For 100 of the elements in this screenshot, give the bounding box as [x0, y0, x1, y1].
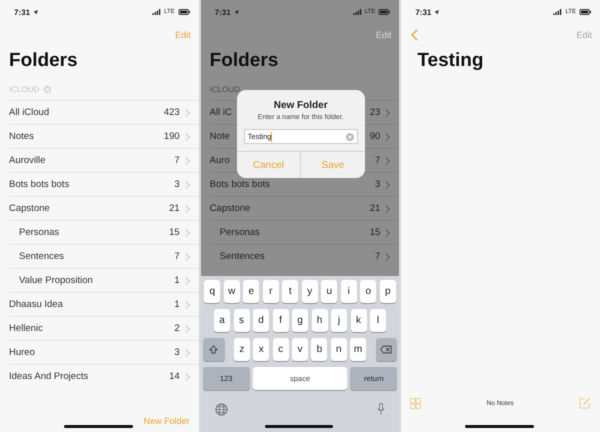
- home-indicator: [465, 425, 534, 428]
- chevron-icon: [184, 324, 190, 332]
- shift-key[interactable]: [202, 338, 224, 361]
- folder-row[interactable]: Notes 190: [9, 124, 199, 148]
- folder-name: Bots bots bots: [210, 179, 270, 190]
- section-header: ICLOUD: [210, 84, 240, 94]
- letter-key[interactable]: k: [350, 309, 366, 332]
- folder-count: 190: [164, 131, 180, 142]
- folder-name: Capstone: [9, 203, 50, 214]
- folder-name: Personas: [18, 227, 60, 238]
- folder-name: Auroville: [9, 155, 46, 166]
- folder-name: Value Proposition: [18, 275, 93, 286]
- microphone-icon[interactable]: [377, 402, 386, 416]
- letter-key[interactable]: t: [282, 280, 298, 303]
- letter-key[interactable]: e: [243, 280, 260, 303]
- folder-row[interactable]: Dhaasu Idea 1: [9, 292, 199, 316]
- letter-key[interactable]: h: [312, 309, 328, 332]
- folder-count: 3: [375, 179, 380, 190]
- folder-count: 15: [370, 227, 380, 238]
- folder-row[interactable]: Sentences 7: [9, 244, 199, 268]
- letter-key[interactable]: r: [262, 280, 279, 303]
- folder-name: Sentences: [18, 251, 64, 262]
- location-icon: [33, 10, 38, 14]
- back-icon[interactable]: [411, 29, 418, 41]
- folder-name: Hureo: [9, 347, 35, 358]
- letter-key[interactable]: z: [234, 338, 250, 361]
- folder-name: Dhaasu Idea: [9, 299, 63, 310]
- chevron-icon: [184, 132, 190, 140]
- letter-key[interactable]: v: [292, 338, 308, 361]
- letter-key[interactable]: a: [214, 309, 230, 332]
- folder-row[interactable]: Hellenic 2: [9, 316, 199, 340]
- letter-key[interactable]: c: [272, 338, 289, 361]
- status-time: 7:31: [14, 8, 30, 16]
- chevron-icon: [184, 252, 190, 260]
- battery-icon: [378, 9, 392, 15]
- chevron-icon: [385, 180, 390, 188]
- folder-count: 7: [375, 155, 380, 166]
- letter-key[interactable]: w: [224, 280, 240, 303]
- letter-key[interactable]: s: [234, 309, 250, 332]
- chevron-icon: [385, 204, 390, 212]
- chevron-icon: [184, 156, 190, 164]
- folder-count: 90: [370, 131, 380, 142]
- folder-name: Capstone: [210, 203, 250, 214]
- folder-row[interactable]: Ideas And Projects 14: [9, 364, 199, 388]
- chevron-icon: [184, 204, 190, 212]
- folder-row[interactable]: Personas 15: [210, 220, 400, 244]
- folder-name: Personas: [218, 227, 260, 238]
- chevron-icon: [385, 252, 390, 260]
- folder-count: 14: [169, 371, 180, 382]
- folder-count: 7: [174, 155, 180, 166]
- folder-row[interactable]: Sentences 7: [210, 244, 400, 268]
- folder-name: Ideas And Projects: [9, 371, 88, 382]
- chevron-icon: [184, 228, 190, 236]
- battery-icon: [579, 9, 592, 15]
- folder-row[interactable]: Capstone 21: [210, 196, 400, 220]
- letter-key[interactable]: j: [331, 309, 347, 332]
- letter-key[interactable]: g: [292, 309, 308, 332]
- letter-key[interactable]: q: [204, 280, 220, 303]
- folder-count: 1: [174, 275, 180, 286]
- letter-key[interactable]: u: [321, 280, 338, 303]
- letter-key[interactable]: b: [311, 338, 328, 361]
- folder-row[interactable]: All iCloud 423: [9, 100, 199, 124]
- folder-count: 423: [164, 107, 180, 118]
- delete-key[interactable]: [376, 338, 398, 361]
- letter-key[interactable]: d: [253, 309, 269, 332]
- letter-key[interactable]: o: [360, 280, 376, 303]
- chevron-icon: [184, 372, 190, 380]
- loading-spinner-icon: [43, 84, 52, 94]
- letter-key[interactable]: n: [330, 338, 347, 361]
- signal-icon: [152, 9, 162, 15]
- folder-name: Note: [210, 131, 230, 142]
- text-cursor: [271, 132, 272, 142]
- folder-count: 3: [174, 347, 180, 358]
- letter-key[interactable]: f: [272, 309, 288, 332]
- folder-row[interactable]: Capstone 21: [9, 196, 199, 220]
- letter-key[interactable]: x: [253, 338, 270, 361]
- dialog-title: New Folder: [274, 100, 328, 111]
- chevron-icon: [385, 132, 390, 140]
- folder-row[interactable]: Auroville 7: [9, 148, 199, 172]
- chevron-icon: [184, 180, 190, 188]
- folder-row[interactable]: Bots bots bots 3: [9, 172, 199, 196]
- letter-key[interactable]: i: [340, 280, 357, 303]
- battery-icon: [178, 9, 191, 15]
- folder-name: Notes: [9, 131, 34, 142]
- folder-row[interactable]: Value Proposition 1: [9, 268, 199, 292]
- folder-name: All iCloud: [9, 107, 50, 118]
- folder-name: Auro: [210, 155, 230, 166]
- globe-icon[interactable]: [214, 402, 228, 416]
- letter-key[interactable]: p: [380, 280, 396, 303]
- chevron-icon: [184, 276, 190, 284]
- chevron-icon: [385, 108, 390, 116]
- letter-key[interactable]: m: [350, 338, 366, 361]
- letter-key[interactable]: y: [302, 280, 318, 303]
- folder-count: 1: [174, 299, 180, 310]
- chevron-icon: [184, 300, 190, 308]
- folder-row[interactable]: Personas 15: [9, 220, 199, 244]
- folder-count: 7: [174, 251, 180, 262]
- folder-row[interactable]: Hureo 3: [9, 340, 199, 364]
- folder-count: 7: [375, 251, 380, 262]
- letter-key[interactable]: l: [370, 309, 386, 332]
